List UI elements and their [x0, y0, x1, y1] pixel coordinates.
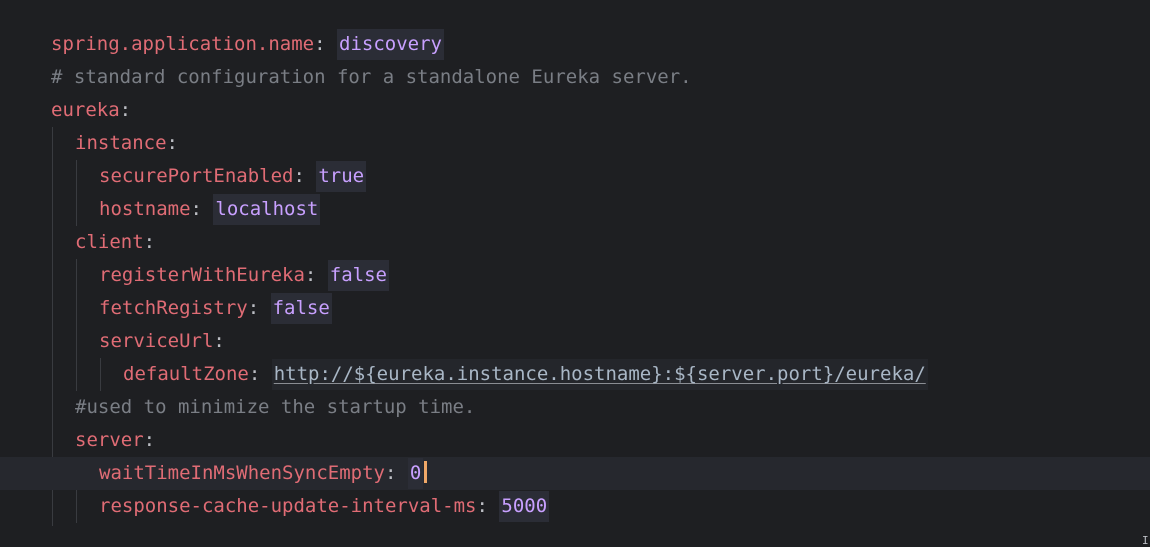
yaml-key: securePortEnabled: [99, 165, 294, 187]
url-link[interactable]: http://${eureka.instance.hostname}:${ser…: [271, 359, 928, 390]
code-line[interactable]: server:: [0, 424, 1150, 457]
yaml-separator: :: [314, 33, 337, 55]
yaml-separator: :: [384, 462, 408, 484]
text-caret: [424, 461, 428, 483]
yaml-value: false: [327, 260, 389, 291]
code-line[interactable]: response-cache-update-interval-ms: 5000: [0, 490, 1150, 523]
yaml-separator: :: [248, 363, 272, 385]
yaml-separator: :: [143, 429, 156, 451]
code-line[interactable]: registerWithEureka: false: [0, 259, 1150, 292]
yaml-key: client: [75, 231, 144, 253]
code-line[interactable]: client:: [0, 226, 1150, 259]
code-line[interactable]: hostname: localhost: [0, 193, 1150, 226]
code-line[interactable]: spring.application.name: discovery: [0, 28, 1150, 61]
yaml-separator: :: [247, 297, 271, 319]
yaml-comment: #used to minimize the startup time.: [75, 396, 476, 418]
yaml-separator: :: [143, 231, 156, 253]
code-line[interactable]: instance:: [0, 127, 1150, 160]
yaml-key: instance: [75, 132, 167, 154]
yaml-comment: # standard configuration for a standalon…: [51, 66, 692, 88]
yaml-key: spring.application.name: [51, 33, 315, 55]
yaml-key: eureka: [51, 99, 120, 121]
yaml-key: fetchRegistry: [99, 297, 248, 319]
code-line-current[interactable]: waitTimeInMsWhenSyncEmpty: 0: [0, 457, 1150, 490]
yaml-separator: :: [293, 165, 317, 187]
code-line[interactable]: defaultZone: http://${eureka.instance.ho…: [0, 358, 1150, 391]
yaml-value: false: [270, 293, 332, 324]
yaml-separator: :: [476, 495, 500, 517]
code-line[interactable]: # standard configuration for a standalon…: [0, 61, 1150, 94]
yaml-separator: :: [190, 198, 214, 220]
yaml-separator: :: [304, 264, 328, 286]
yaml-value: localhost: [213, 194, 321, 225]
yaml-key: registerWithEureka: [99, 264, 305, 286]
code-line[interactable]: serviceUrl:: [0, 325, 1150, 358]
yaml-key: server: [75, 429, 144, 451]
code-line[interactable]: fetchRegistry: false: [0, 292, 1150, 325]
yaml-value: discovery: [337, 29, 444, 60]
yaml-value: true: [316, 161, 367, 192]
yaml-separator: :: [213, 330, 225, 352]
yaml-value: 0: [407, 458, 424, 489]
yaml-separator: :: [119, 99, 132, 121]
yaml-key: serviceUrl: [99, 330, 214, 352]
code-line[interactable]: #used to minimize the startup time.: [0, 391, 1150, 424]
yaml-value: 5000: [499, 491, 550, 522]
yaml-key: waitTimeInMsWhenSyncEmpty: [99, 462, 385, 484]
yaml-key: defaultZone: [123, 363, 249, 385]
yaml-separator: :: [166, 132, 178, 154]
yaml-key: hostname: [99, 198, 191, 220]
code-editor[interactable]: spring.application.name: discovery # sta…: [0, 0, 1150, 547]
text-cursor-icon: I: [1142, 534, 1149, 547]
code-line[interactable]: securePortEnabled: true: [0, 160, 1150, 193]
yaml-key: response-cache-update-interval-ms: [99, 495, 477, 517]
code-line[interactable]: eureka:: [0, 94, 1150, 127]
